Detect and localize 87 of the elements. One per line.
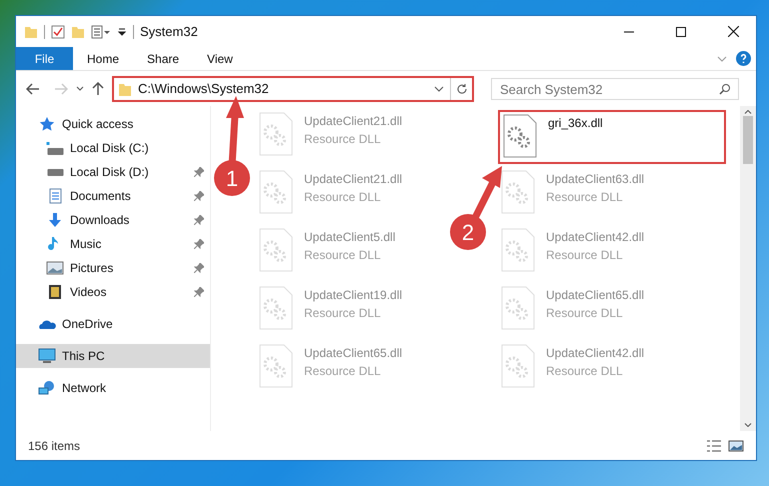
drive-icon — [46, 142, 64, 154]
up-arrow-icon — [92, 82, 104, 96]
sidebar-item[interactable]: Documents — [16, 184, 210, 208]
details-view-icon — [706, 438, 722, 452]
refresh-icon — [456, 82, 468, 94]
picture-icon — [46, 260, 64, 276]
pin-icon — [194, 263, 204, 273]
sidebar-item[interactable]: Network — [16, 376, 210, 400]
ribbon-tab[interactable]: View — [193, 47, 247, 70]
file-name: UpdateClient42.dll — [546, 345, 644, 362]
file-item[interactable]: gri_36x.dll — [498, 110, 726, 164]
sidebar-item[interactable]: Local Disk (C:) — [16, 136, 210, 160]
gear-file-icon — [500, 170, 536, 214]
address-path: C:\Windows\System32 — [138, 80, 270, 98]
forward-arrow-icon — [54, 82, 68, 94]
close-icon — [728, 26, 738, 37]
file-type: Resource DLL — [304, 131, 382, 148]
file-type: Resource DLL — [546, 363, 624, 380]
file-name: UpdateClient5.dll — [304, 229, 396, 246]
checkmark-icon — [51, 24, 65, 38]
item-count: 156 items — [28, 438, 82, 454]
pin-icon — [194, 215, 204, 225]
thumbnail-view-icon — [728, 438, 744, 452]
gear-file-icon — [258, 170, 294, 214]
gear-file-icon — [258, 286, 294, 330]
file-type: Resource DLL — [304, 305, 382, 322]
drive-icon — [46, 168, 64, 176]
file-type: Resource DLL — [546, 305, 624, 322]
network-icon — [38, 380, 56, 396]
file-type: Resource DLL — [304, 247, 382, 264]
search-icon — [719, 82, 731, 94]
film-icon — [46, 284, 64, 300]
computer-icon — [38, 348, 56, 364]
gear-file-icon — [258, 344, 294, 388]
pin-icon — [194, 239, 204, 249]
address-bar[interactable]: C:\Windows\System32 — [112, 76, 474, 102]
window-title: System32 — [140, 22, 198, 41]
gear-file-icon — [258, 228, 294, 272]
gear-file-icon — [502, 114, 538, 158]
file-type: Resource DLL — [304, 363, 382, 380]
scroll-down-icon — [744, 423, 752, 427]
search-field[interactable]: Search System32 — [491, 78, 739, 100]
file-name: UpdateClient42.dll — [546, 229, 644, 246]
download-arrow-icon — [46, 212, 64, 228]
file-name: UpdateClient21.dll — [304, 113, 402, 130]
pin-icon — [194, 191, 204, 201]
gear-file-icon — [500, 344, 536, 388]
sidebar-item[interactable]: Pictures — [16, 256, 210, 280]
sidebar-item[interactable]: Videos — [16, 280, 210, 304]
back-arrow-icon — [26, 82, 40, 94]
maximize-icon — [676, 26, 686, 36]
star-icon — [38, 116, 56, 132]
folder-icon — [71, 24, 85, 38]
sidebar-item[interactable]: Music — [16, 232, 210, 256]
file-type: Resource DLL — [546, 247, 624, 264]
ribbon-tab[interactable]: Home — [73, 47, 134, 70]
file-name: UpdateClient21.dll — [304, 171, 402, 188]
gear-file-icon — [500, 286, 536, 330]
file-name: gri_36x.dll — [548, 115, 603, 132]
file-type: Resource DLL — [546, 189, 624, 206]
folder-icon — [118, 82, 132, 96]
file-type: Resource DLL — [304, 189, 382, 206]
pin-icon — [194, 167, 204, 177]
sidebar-item[interactable]: OneDrive — [16, 312, 210, 336]
scrollbar[interactable] — [740, 106, 756, 431]
help-icon — [736, 51, 751, 66]
pin-icon — [194, 287, 204, 297]
sidebar-item[interactable]: Local Disk (D:) — [16, 160, 210, 184]
chevron-down-icon — [434, 84, 444, 94]
sidebar-item[interactable]: Downloads — [16, 208, 210, 232]
gear-file-icon — [500, 228, 536, 272]
scroll-thumb[interactable] — [743, 116, 753, 164]
file-name: UpdateClient65.dll — [304, 345, 402, 362]
properties-icon — [91, 24, 111, 38]
ribbon-tab[interactable]: File — [16, 47, 73, 70]
folder-icon — [24, 24, 38, 38]
sidebar-item[interactable]: This PC — [16, 344, 210, 368]
file-name: UpdateClient65.dll — [546, 287, 644, 304]
gear-file-icon — [258, 112, 294, 156]
scroll-up-icon — [744, 110, 752, 114]
dropdown-icon — [117, 26, 127, 36]
file-name: UpdateClient63.dll — [546, 171, 644, 188]
chevron-down-icon — [76, 84, 84, 92]
file-name: UpdateClient19.dll — [304, 287, 402, 304]
minimize-icon — [624, 30, 634, 32]
sidebar-item[interactable]: Quick access — [16, 112, 210, 136]
ribbon-tab[interactable]: Share — [133, 47, 194, 70]
